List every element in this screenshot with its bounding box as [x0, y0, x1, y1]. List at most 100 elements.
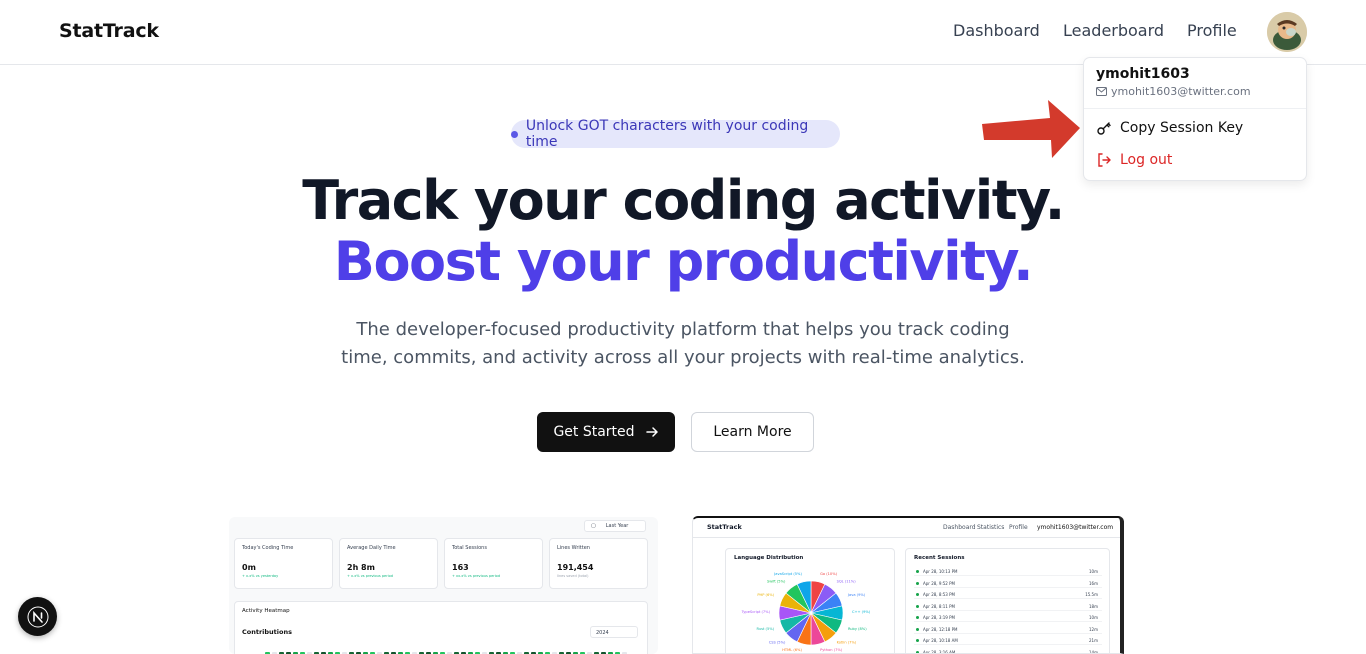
pie-label: JavaScript (5%) — [773, 572, 802, 576]
copy-session-key-label: Copy Session Key — [1120, 120, 1244, 136]
session-duration: 21m — [1089, 638, 1098, 643]
copy-session-key-item[interactable]: Copy Session Key — [1096, 116, 1243, 140]
promo-badge: Unlock GOT characters with your coding t… — [511, 118, 840, 150]
account-dropdown: ymohit1603 ymohit1603@twitter.com Copy S… — [1083, 57, 1307, 181]
stat-card-average: Average Daily Time 2h 8m + x.x% vs previ… — [339, 538, 438, 589]
language-distribution-title: Language Distribution — [734, 555, 804, 561]
session-duration: 10m — [1089, 615, 1098, 620]
logout-icon — [1098, 153, 1111, 167]
learn-more-label: Learn More — [713, 424, 792, 440]
pie-label: Go (10%) — [820, 572, 838, 576]
session-row: Apr 28, 3:16 AM 14m — [914, 649, 1102, 654]
stat-card-value: 2h 8m — [347, 563, 375, 572]
pie-label: C++ (9%) — [852, 610, 871, 614]
contributions-label: Contributions — [242, 628, 292, 636]
get-started-button[interactable]: Get Started — [537, 412, 675, 452]
session-row: Apr 28, 3:19 PM 10m — [914, 615, 1102, 622]
preview-logo: StatTrack — [707, 523, 742, 531]
hero-subtitle: The developer-focused productivity platf… — [283, 316, 1083, 372]
nextjs-dev-badge[interactable] — [18, 597, 57, 636]
logout-item[interactable]: Log out — [1096, 148, 1172, 172]
session-dot-icon — [916, 581, 919, 585]
nav-dashboard[interactable]: Dashboard — [953, 21, 1040, 40]
session-duration: 12m — [1089, 626, 1098, 632]
nav-profile[interactable]: Profile — [1187, 21, 1237, 40]
statistics-preview-image: StatTrack Dashboard Statistics Profile y… — [692, 516, 1124, 654]
activity-heatmap-card: Activity Heatmap Contributions 2024 — [234, 601, 648, 654]
stat-card-title: Total Sessions — [452, 545, 487, 551]
session-dot-icon — [916, 650, 919, 653]
language-distribution-panel: Language Distribution Go (10%) SQL (11%) J… — [725, 548, 895, 653]
pie-label: SQL (11%) — [837, 580, 857, 584]
session-date: Apr 28, 12:18 PM — [923, 626, 958, 632]
stat-card-title: Lines Written — [557, 545, 590, 551]
year-select: 2024 — [590, 626, 638, 638]
preview-range-select: ▢ Last Year — [584, 520, 646, 532]
app-logo[interactable]: StatTrack — [59, 20, 159, 42]
avatar-image — [1267, 12, 1307, 52]
session-row: Apr 28, 8:11 PM 18m — [914, 604, 1102, 611]
user-avatar[interactable] — [1267, 12, 1307, 52]
dropdown-email-row: ymohit1603@twitter.com — [1096, 85, 1251, 98]
session-duration: 10m — [1089, 569, 1098, 574]
session-duration: 16m — [1089, 580, 1098, 586]
promo-badge-text: Unlock GOT characters with your coding t… — [525, 118, 809, 150]
session-date: Apr 28, 9:52 PM — [923, 580, 955, 586]
nav-leaderboard[interactable]: Leaderboard — [1063, 21, 1164, 40]
pie-label: HTML (6%) — [782, 648, 802, 652]
pie-label: PHP (6%) — [757, 593, 774, 597]
session-row: Apr 28, 12:18 PM 12m — [914, 627, 1102, 634]
language-pie-chart: Go (10%) SQL (11%) Java (9%) C++ (9%) Ruby (… — [741, 572, 871, 652]
get-started-label: Get Started — [553, 424, 635, 440]
stat-card-lines: Lines Written 191,454 lines saved (total… — [549, 538, 648, 589]
nextjs-logo-icon — [27, 606, 48, 627]
top-navbar: StatTrack Dashboard Leaderboard Profile — [0, 0, 1366, 65]
stat-card-note: lines saved (total) — [557, 574, 589, 578]
session-dot-icon — [916, 593, 919, 596]
pie-label: Kotlin (7%) — [837, 640, 857, 644]
session-date: Apr 28, 3:19 PM — [923, 615, 955, 620]
hero-subtitle-line2: time, commits, and activity across all y… — [341, 347, 1025, 368]
heatmap-title: Activity Heatmap — [242, 608, 290, 614]
pie-label: Python (7%) — [820, 648, 843, 652]
dashboard-preview-image: ▢ Last Year Today's Coding Time 0m + x.x… — [229, 517, 658, 654]
stat-card-title: Today's Coding Time — [242, 545, 294, 551]
recent-sessions-panel: Recent Sessions Apr 28, 10:13 PM 10m Apr 2… — [905, 548, 1110, 654]
pie-label: Rust (5%) — [757, 627, 775, 631]
pie-label: TypeScript (7%) — [741, 610, 771, 614]
session-date: Apr 28, 10:18 AM — [923, 638, 958, 643]
recent-sessions-title: Recent Sessions — [914, 555, 965, 561]
session-duration: 18m — [1089, 603, 1098, 609]
pie-label: Swift (5%) — [767, 580, 786, 584]
stat-card-note: + xx.x% vs previous period — [452, 574, 501, 578]
pie-label: Java (9%) — [847, 593, 866, 597]
session-row: Apr 28, 10:18 AM 21m — [914, 638, 1102, 645]
calendar-icon: ▢ — [591, 523, 596, 529]
stat-card-value: 163 — [452, 563, 469, 572]
stat-card-note: + x.x% vs previous period — [347, 574, 393, 578]
preview-nav-dashboard: Dashboard — [943, 524, 976, 531]
session-dot-icon — [916, 616, 919, 619]
stat-card-title: Average Daily Time — [347, 545, 396, 551]
arrow-right-icon — [645, 427, 658, 437]
session-dot-icon — [916, 604, 919, 608]
hero-title-line1: Track your coding activity. — [302, 169, 1065, 232]
mail-icon — [1096, 87, 1107, 96]
dropdown-divider — [1084, 108, 1306, 109]
session-dot-icon — [916, 570, 919, 573]
session-duration: 14m — [1089, 649, 1098, 654]
preview-nav-statistics: Statistics — [977, 524, 1005, 531]
stat-card-value: 191,454 — [557, 563, 594, 572]
pie-label: CSS (5%) — [769, 640, 786, 644]
badge-dot-icon — [511, 130, 518, 138]
learn-more-button[interactable]: Learn More — [691, 412, 814, 452]
session-date: Apr 28, 10:13 PM — [923, 569, 958, 574]
stat-card-sessions: Total Sessions 163 + xx.x% vs previous p… — [444, 538, 543, 589]
session-row: Apr 28, 10:13 PM 10m — [914, 569, 1102, 576]
logout-label: Log out — [1120, 152, 1173, 168]
session-date: Apr 28, 8:11 PM — [923, 603, 955, 609]
session-duration: 15.5m — [1085, 592, 1098, 597]
session-row: Apr 28, 8:53 PM 15.5m — [914, 592, 1102, 599]
stat-card-note: + x.x% vs yesterday — [242, 574, 279, 578]
preview-account: ymohit1603@twitter.com — [1037, 524, 1114, 531]
